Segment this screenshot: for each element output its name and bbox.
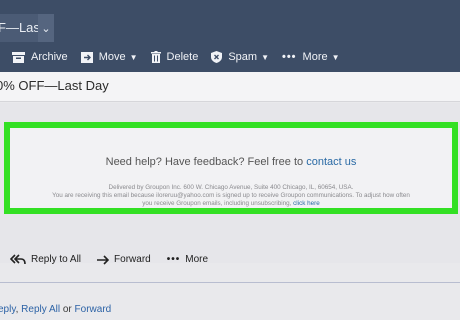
footer-address: Delivered by Groupon Inc. 600 W. Chicago… bbox=[108, 184, 354, 191]
reply-all-icon bbox=[10, 254, 26, 265]
help-line: Need help? Have feedback? Feel free to c… bbox=[10, 156, 452, 168]
ellipsis-icon: ••• bbox=[166, 254, 181, 265]
forward-icon bbox=[97, 254, 110, 265]
move-label: Move bbox=[98, 51, 126, 63]
forward-button[interactable]: Forward bbox=[97, 254, 151, 265]
unsubscribe-text: you receive Groupon emails, including un… bbox=[142, 200, 292, 207]
footer-or: or bbox=[60, 304, 75, 315]
trash-icon bbox=[150, 51, 161, 63]
forward-label: Forward bbox=[114, 254, 151, 265]
archive-label: Archive bbox=[31, 51, 68, 63]
footer-unsubscribe: you receive Groupon emails, including un… bbox=[10, 200, 452, 207]
reply-link[interactable]: eply bbox=[0, 304, 16, 315]
archive-icon bbox=[12, 51, 25, 63]
chevron-down-icon[interactable]: ⌄ bbox=[38, 14, 54, 42]
tab-current[interactable]: F—Last bbox=[0, 14, 38, 42]
tab-title: F—Last bbox=[0, 20, 38, 35]
divider bbox=[0, 282, 460, 283]
delete-button[interactable]: Delete bbox=[150, 51, 199, 63]
more-button[interactable]: ••• More ▼ bbox=[282, 51, 340, 63]
reply-all-label: Reply to All bbox=[31, 254, 82, 265]
more-actions-label: More bbox=[185, 254, 209, 265]
chevron-down-icon: ▼ bbox=[331, 52, 340, 62]
shield-icon bbox=[211, 51, 223, 63]
footer-notice: You are receiving this email because ilo… bbox=[52, 192, 410, 199]
contact-us-link[interactable]: contact us bbox=[306, 156, 356, 168]
more-actions-button[interactable]: ••• More bbox=[167, 254, 208, 265]
spam-button[interactable]: Spam ▼ bbox=[211, 51, 269, 63]
click-here-link[interactable]: click here bbox=[293, 200, 320, 207]
toolbar: Archive Move ▼ Delete Spam ▼ ••• More ▼ bbox=[0, 44, 340, 70]
forward-link[interactable]: Forward bbox=[75, 304, 112, 315]
help-text: Need help? Have feedback? Feel free to bbox=[105, 156, 304, 168]
chevron-down-icon: ▼ bbox=[129, 52, 138, 62]
message-actions: Reply to All Forward ••• More bbox=[10, 254, 224, 265]
delete-label: Delete bbox=[166, 51, 199, 63]
top-bar: F—Last ⌄ Archive Move▼ Delete Spam▼ ••• … bbox=[0, 0, 460, 72]
tab-strip: F—Last ⌄ bbox=[0, 14, 54, 42]
email-subject: 0% OFF—Last Day bbox=[0, 78, 109, 93]
reply-all-link[interactable]: Reply All bbox=[21, 304, 60, 315]
reply-all-button[interactable]: Reply to All bbox=[10, 254, 81, 265]
spam-label: Spam bbox=[228, 51, 258, 63]
chevron-down-icon: ▼ bbox=[261, 52, 269, 62]
highlight-box: Need help? Have feedback? Feel free to c… bbox=[4, 122, 458, 214]
more-label: More bbox=[302, 51, 328, 63]
move-icon bbox=[80, 51, 93, 63]
quick-reply-footer: eply, Reply All or Forward bbox=[0, 304, 111, 315]
ellipsis-icon: ••• bbox=[281, 51, 297, 63]
archive-button[interactable]: Archive bbox=[12, 51, 68, 63]
move-button[interactable]: Move ▼ bbox=[80, 51, 138, 63]
